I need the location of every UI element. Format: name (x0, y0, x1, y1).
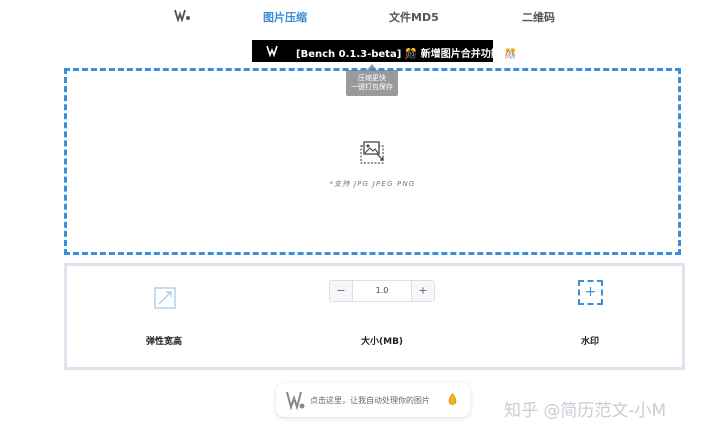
image-drop-zone[interactable]: *支持 JPG JPEG PNG (64, 68, 681, 255)
size-input[interactable] (353, 281, 411, 301)
resize-label: 弹性宽高 (146, 337, 183, 347)
robot-logo-icon (286, 391, 305, 411)
watermark-label: 水印 (581, 337, 600, 347)
supported-formats-hint: *支持 JPG JPEG PNG (329, 180, 416, 188)
droplet-icon (448, 393, 457, 405)
top-nav: 图片压缩 文件MD5 二维码 (0, 0, 720, 32)
auto-process-button[interactable]: 点击这里，让我自动处理你的图片 (276, 383, 470, 417)
credit-watermark: 知乎 @简历范文-小M (504, 401, 667, 421)
resize-icon[interactable] (153, 286, 177, 310)
auto-process-text: 点击这里，让我自动处理你的图片 (310, 396, 430, 405)
nav-tab-file-md5[interactable]: 文件MD5 (389, 9, 439, 25)
size-label: 大小(MB) (361, 337, 404, 347)
image-upload-icon (360, 141, 384, 164)
size-stepper: − + (329, 280, 435, 302)
nav-tab-qrcode[interactable]: 二维码 (522, 9, 555, 25)
banner-logo-icon (266, 45, 278, 57)
decrease-size-button[interactable]: − (330, 281, 353, 301)
banner-text: [Bench 0.1.3-beta] 🎊 新增图片合并功能 🎊 (296, 49, 517, 60)
options-panel: 弹性宽高 − + 大小(MB) + 水印 (64, 263, 685, 370)
increase-size-button[interactable]: + (411, 281, 434, 301)
app-logo-icon[interactable] (173, 8, 191, 22)
add-watermark-button[interactable]: + (578, 280, 603, 305)
nav-tab-image-compress[interactable]: 图片压缩 (263, 9, 307, 25)
announcement-banner[interactable]: [Bench 0.1.3-beta] 🎊 新增图片合并功能 🎊 (252, 40, 517, 62)
